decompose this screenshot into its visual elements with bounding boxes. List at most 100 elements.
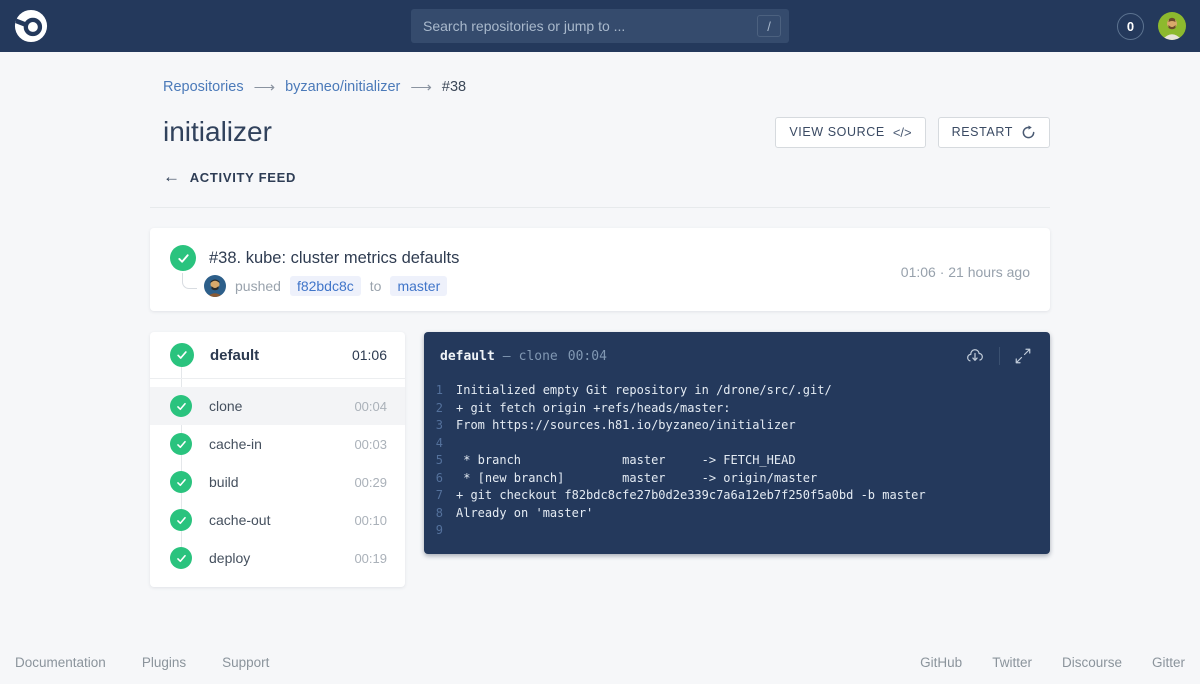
restart-button[interactable]: RESTART bbox=[937, 116, 1050, 148]
search-input[interactable] bbox=[423, 18, 757, 34]
breadcrumb-build-number: #38 bbox=[441, 79, 467, 95]
log-line: 4 bbox=[424, 435, 1050, 453]
breadcrumb-repositories[interactable]: Repositories bbox=[163, 79, 244, 95]
line-number: 2 bbox=[435, 400, 443, 415]
notification-count-badge[interactable]: 0 bbox=[1117, 12, 1144, 40]
search-bar: / bbox=[411, 9, 789, 43]
success-check-icon bbox=[170, 509, 192, 531]
success-check-icon bbox=[170, 343, 194, 367]
console-step-duration: 00:04 bbox=[567, 348, 607, 364]
log-line: 7 + git checkout f82bdc8cfe27b0d2e339c7a6… bbox=[424, 487, 1050, 505]
step-row-build[interactable]: build 00:29 bbox=[150, 463, 405, 501]
footer: Documentation Plugins Support GitHub Twi… bbox=[0, 655, 1200, 670]
step-name: cache-in bbox=[209, 436, 262, 452]
footer-link-support[interactable]: Support bbox=[222, 655, 269, 670]
step-duration: 00:10 bbox=[354, 512, 387, 528]
console-log-panel: default — clone 00:04 1 Initialized empt… bbox=[424, 332, 1050, 554]
connector-elbow bbox=[182, 273, 197, 289]
view-source-button[interactable]: VIEW SOURCE </> bbox=[775, 116, 926, 148]
breadcrumb-repo[interactable]: byzaneo/initializer bbox=[285, 79, 400, 95]
line-text: * [new branch] master -> origin/master bbox=[456, 470, 818, 485]
step-duration: 00:19 bbox=[354, 550, 387, 566]
line-number: 8 bbox=[435, 505, 443, 520]
page-title: initializer bbox=[163, 116, 272, 147]
step-row-clone[interactable]: clone 00:04 bbox=[150, 387, 405, 425]
fullscreen-button[interactable] bbox=[1012, 345, 1034, 367]
steps-list: clone 00:04 cache-in 00:03 build 00:29 c… bbox=[150, 379, 405, 587]
refresh-icon bbox=[1022, 124, 1035, 138]
pipeline-name: default bbox=[210, 346, 260, 364]
footer-link-plugins[interactable]: Plugins bbox=[142, 655, 186, 670]
line-text: From https://sources.h81.io/byzaneo/init… bbox=[456, 418, 796, 432]
pushed-label: pushed bbox=[235, 278, 281, 294]
log-line: 2 + git fetch origin +refs/heads/master: bbox=[424, 400, 1050, 418]
pipeline-header-row[interactable]: default 01:06 bbox=[150, 332, 405, 379]
step-row-deploy[interactable]: deploy 00:19 bbox=[150, 539, 405, 577]
log-line: 5 * branch master -> FETCH_HEAD bbox=[424, 452, 1050, 470]
step-duration: 00:03 bbox=[354, 436, 387, 452]
line-number: 7 bbox=[435, 488, 443, 502]
breadcrumb: Repositories ⟶ byzaneo/initializer ⟶ #38 bbox=[150, 52, 1050, 96]
branch-chip[interactable]: master bbox=[390, 276, 448, 296]
breadcrumb-arrow-icon: ⟶ bbox=[410, 79, 432, 96]
build-summary-card[interactable]: #38. kube: cluster metrics defaults push… bbox=[150, 228, 1050, 311]
step-row-cache-in[interactable]: cache-in 00:03 bbox=[150, 425, 405, 463]
line-text: Initialized empty Git repository in /dro… bbox=[456, 383, 832, 397]
cloud-download-icon bbox=[967, 349, 983, 362]
footer-link-gitter[interactable]: Gitter bbox=[1152, 655, 1185, 670]
breadcrumb-arrow-icon: ⟶ bbox=[253, 79, 276, 96]
commit-hash-chip[interactable]: f82bdc8c bbox=[289, 276, 361, 296]
footer-link-github[interactable]: GitHub bbox=[920, 655, 962, 670]
line-text: + git checkout f82bdc8cfe27b0d2e339c7a6a… bbox=[456, 488, 926, 502]
build-timestamp: 01:06 · 21 hours ago bbox=[900, 264, 1030, 280]
footer-link-twitter[interactable]: Twitter bbox=[992, 655, 1032, 670]
slash-shortcut-hint: / bbox=[757, 15, 781, 37]
console-header: default — clone 00:04 bbox=[424, 332, 1050, 378]
step-name: cache-out bbox=[209, 512, 271, 528]
step-duration: 00:29 bbox=[354, 474, 387, 490]
pipeline-duration: 01:06 bbox=[351, 347, 387, 363]
step-name: clone bbox=[209, 398, 243, 414]
top-navbar: / 0 bbox=[0, 0, 1200, 52]
success-check-icon bbox=[170, 547, 192, 569]
line-number: 5 bbox=[435, 453, 443, 467]
log-line: 6 * [new branch] master -> origin/master bbox=[424, 470, 1050, 488]
line-number: 4 bbox=[435, 435, 443, 450]
line-text: Already on 'master' bbox=[456, 505, 594, 520]
line-number: 9 bbox=[435, 523, 443, 537]
step-row-cache-out[interactable]: cache-out 00:10 bbox=[150, 501, 405, 539]
log-output[interactable]: 1 Initialized empty Git repository in /dr… bbox=[424, 378, 1050, 540]
log-line: 9 bbox=[424, 522, 1050, 540]
line-text: + git fetch origin +refs/heads/master: bbox=[456, 400, 731, 415]
line-number: 3 bbox=[435, 418, 443, 432]
line-number: 6 bbox=[435, 470, 443, 485]
download-log-button[interactable] bbox=[963, 344, 987, 368]
drone-logo[interactable] bbox=[14, 9, 48, 43]
log-line: 1 Initialized empty Git repository in /dr… bbox=[424, 382, 1050, 400]
success-check-icon bbox=[170, 395, 192, 417]
step-duration: 00:04 bbox=[354, 398, 387, 414]
console-separator: — bbox=[502, 348, 511, 364]
user-avatar[interactable] bbox=[1158, 12, 1186, 40]
user-avatar-image bbox=[1158, 12, 1186, 40]
console-pipeline-name: default bbox=[440, 348, 495, 364]
pipeline-steps-panel: default 01:06 clone 00:04 cache-in 00:03… bbox=[150, 332, 405, 587]
build-title: #38. kube: cluster metrics defaults bbox=[209, 248, 460, 267]
step-name: deploy bbox=[209, 550, 251, 566]
left-arrow-icon: ← bbox=[163, 167, 181, 186]
code-icon: </> bbox=[892, 124, 912, 140]
line-text: * branch master -> FETCH_HEAD bbox=[456, 453, 796, 467]
to-label: to bbox=[369, 278, 382, 294]
committer-avatar bbox=[204, 275, 226, 297]
activity-feed-back-link[interactable]: ← ACTIVITY FEED bbox=[150, 167, 1050, 187]
log-line: 3 From https://sources.h81.io/byzaneo/ini… bbox=[424, 417, 1050, 435]
activity-feed-label: ACTIVITY FEED bbox=[189, 169, 297, 185]
drone-logo-icon bbox=[14, 9, 48, 43]
success-check-icon bbox=[170, 471, 192, 493]
step-name: build bbox=[209, 474, 239, 490]
footer-link-documentation[interactable]: Documentation bbox=[15, 655, 106, 670]
expand-icon bbox=[1015, 348, 1031, 364]
footer-link-discourse[interactable]: Discourse bbox=[1062, 655, 1122, 670]
log-line: 8 Already on 'master' bbox=[424, 505, 1050, 523]
console-step-name: clone bbox=[518, 348, 558, 364]
